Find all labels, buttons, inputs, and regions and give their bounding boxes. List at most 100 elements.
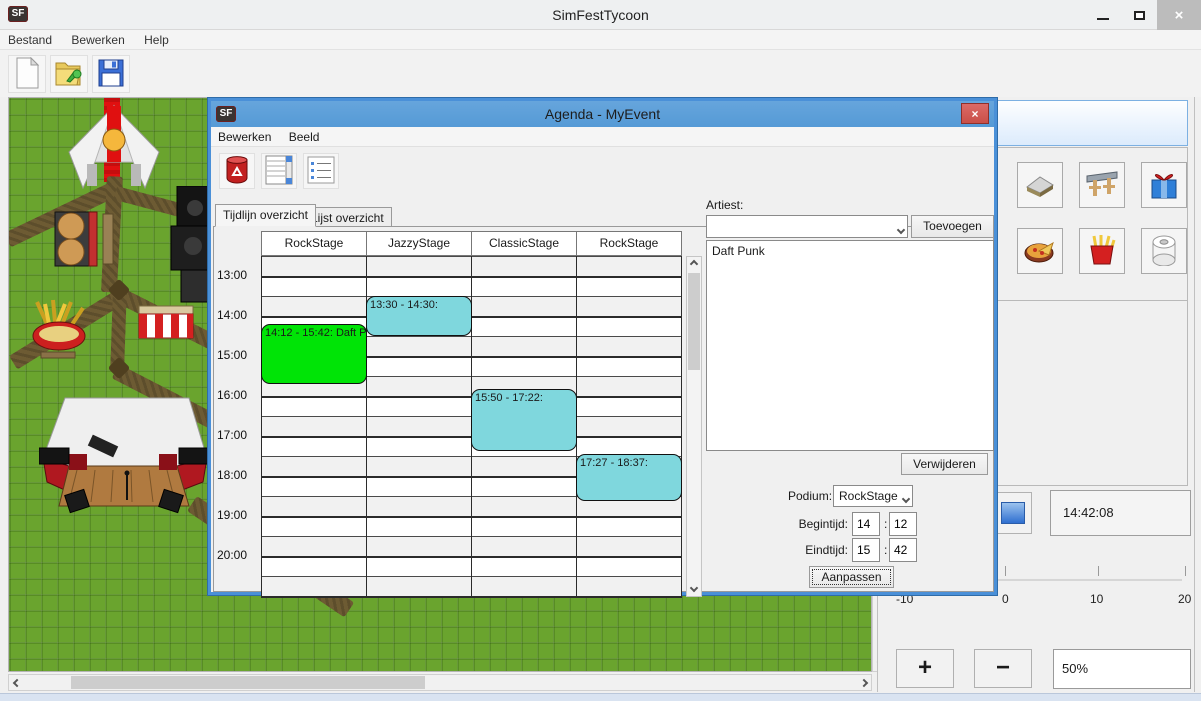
timeline-view-button[interactable] <box>261 153 297 189</box>
dialog-menu-bar: Bewerken Beeld <box>211 127 994 147</box>
window-titlebar: SF SimFestTycoon × <box>0 0 1201 30</box>
clock-display: 14:42:08 <box>1050 490 1191 536</box>
zoom-in-button[interactable]: + <box>896 649 954 688</box>
minimize-icon <box>1097 18 1109 20</box>
menu-bewerken[interactable]: Bewerken <box>63 30 132 50</box>
grid-vertical-scrollbar[interactable] <box>686 256 702 597</box>
app-logo-icon: SF <box>8 6 28 22</box>
end-hour-input[interactable] <box>852 538 880 562</box>
pizza-icon <box>1023 235 1057 268</box>
apply-button[interactable]: Aanpassen <box>809 566 894 588</box>
play-icon <box>1001 502 1025 524</box>
dialog-toolbar <box>211 147 994 197</box>
dialog-title: Agenda - MyEvent <box>211 101 994 127</box>
open-file-button[interactable] <box>50 55 88 93</box>
time-label: 17:00 <box>217 428 259 444</box>
grid-column-line <box>681 256 682 596</box>
build-gift-button[interactable] <box>1141 162 1187 208</box>
time-label: 18:00 <box>217 468 259 484</box>
menu-bestand[interactable]: Bestand <box>0 30 60 50</box>
start-minute-input[interactable] <box>889 512 917 536</box>
build-toilet-paper-button[interactable] <box>1141 228 1187 274</box>
schedule-event[interactable]: 15:50 - 17:22: <box>471 389 577 450</box>
dialog-menu-bewerken[interactable]: Bewerken <box>211 127 278 147</box>
save-file-icon <box>96 58 126 91</box>
dialog-titlebar[interactable]: SF Agenda - MyEvent <box>211 101 994 127</box>
app-window: SF SimFestTycoon × Bestand Bewerken Help <box>0 0 1201 701</box>
play-button[interactable] <box>994 492 1032 534</box>
map-fries-stand[interactable] <box>27 296 91 363</box>
maximize-button[interactable] <box>1121 0 1157 30</box>
time-label: 14:00 <box>217 308 259 324</box>
open-file-icon <box>53 57 85 92</box>
toilet-paper-icon <box>1149 234 1179 269</box>
stage-column-header: RockStage <box>261 231 367 256</box>
time-colon: : <box>884 543 887 557</box>
schedule-grid: RockStageJazzyStageClassicStageRockStage… <box>215 231 704 597</box>
dialog-logo-icon: SF <box>216 106 236 122</box>
slider-tick <box>1185 566 1186 576</box>
main-toolbar <box>0 50 1201 97</box>
map-stage[interactable] <box>39 396 211 521</box>
dialog-close-button[interactable]: × <box>961 103 989 124</box>
podium-select-value: RockStage <box>834 489 898 503</box>
schedule-event[interactable]: 14:12 - 15:42: Daft Punk <box>261 324 367 384</box>
close-button[interactable]: × <box>1157 0 1201 30</box>
start-hour-input[interactable] <box>852 512 880 536</box>
close-icon: × <box>1175 7 1184 24</box>
scroll-left-button[interactable] <box>9 675 24 690</box>
slider-label: 20 <box>1178 592 1191 606</box>
zoom-out-button[interactable]: − <box>974 649 1032 688</box>
gift-icon <box>1148 168 1180 203</box>
scroll-up-button[interactable] <box>687 257 701 271</box>
build-road-button[interactable] <box>1017 162 1063 208</box>
add-artist-button[interactable]: Toevoegen <box>911 215 994 238</box>
build-pizza-button[interactable] <box>1017 228 1063 274</box>
artist-list-item[interactable]: Daft Punk <box>707 241 993 261</box>
chevron-down-icon <box>898 222 904 236</box>
scrollbar-thumb[interactable] <box>688 273 700 370</box>
menu-help[interactable]: Help <box>136 30 177 50</box>
time-label: 20:00 <box>217 548 259 564</box>
new-file-icon <box>12 57 42 92</box>
zoom-level-display: 50% <box>1053 649 1191 689</box>
chevron-right-icon <box>859 678 867 686</box>
menu-bar: Bestand Bewerken Help <box>0 30 1201 50</box>
map-striped-stand[interactable] <box>137 304 195 343</box>
end-time-label: Eindtijd: <box>794 543 848 557</box>
schedule-event[interactable]: 13:30 - 14:30: <box>366 296 472 336</box>
schedule-event[interactable]: 17:27 - 18:37: <box>576 454 682 501</box>
chevron-up-icon <box>690 260 698 268</box>
tab-lijst-overzicht[interactable]: Lijst overzicht <box>303 207 392 227</box>
slider-label: 0 <box>1002 592 1009 606</box>
artist-listbox[interactable]: Daft Punk <box>706 240 994 451</box>
scrollbar-thumb[interactable] <box>71 676 425 689</box>
podium-label: Podium: <box>788 489 832 503</box>
road-icon <box>1023 169 1057 202</box>
podium-select[interactable]: RockStage <box>833 485 913 507</box>
time-label: 16:00 <box>217 388 259 404</box>
scroll-right-button[interactable] <box>856 675 871 690</box>
grid-bottom-border <box>261 596 682 598</box>
scroll-down-button[interactable] <box>687 582 701 596</box>
stage-column-header: ClassicStage <box>471 231 577 256</box>
build-fries-button[interactable] <box>1079 228 1125 274</box>
dialog-menu-beeld[interactable]: Beeld <box>282 127 327 147</box>
minimize-button[interactable] <box>1085 0 1121 30</box>
chevron-down-icon <box>690 583 698 591</box>
list-view-button[interactable] <box>303 153 339 189</box>
artist-combobox[interactable] <box>706 215 908 238</box>
map-tent[interactable] <box>67 104 161 195</box>
window-title: SimFestTycoon <box>0 0 1201 30</box>
chevron-down-icon <box>903 491 909 505</box>
end-minute-input[interactable] <box>889 538 917 562</box>
build-stage-button[interactable] <box>1079 162 1125 208</box>
map-horizontal-scrollbar[interactable] <box>8 674 872 691</box>
tab-tijdlijn-overzicht[interactable]: Tijdlijn overzicht <box>215 204 316 227</box>
delete-event-button[interactable] <box>219 153 255 189</box>
remove-button[interactable]: Verwijderen <box>901 453 988 475</box>
new-file-button[interactable] <box>8 55 46 93</box>
save-file-button[interactable] <box>92 55 130 93</box>
map-burger-stand[interactable] <box>51 208 117 273</box>
trash-icon <box>224 156 250 187</box>
